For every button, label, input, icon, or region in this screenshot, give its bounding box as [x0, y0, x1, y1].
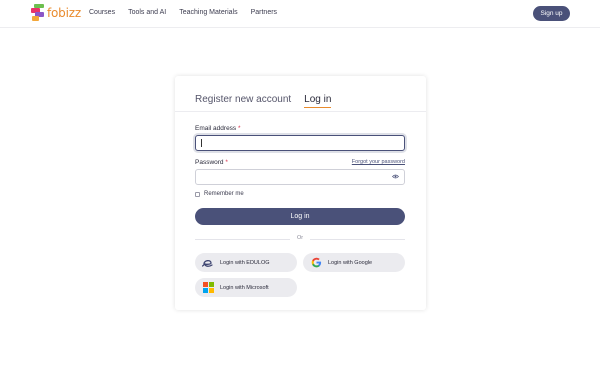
nav-item-teaching-materials[interactable]: Teaching Materials — [179, 9, 237, 16]
google-icon — [310, 257, 322, 269]
login-google-label: Login with Google — [328, 259, 373, 266]
login-card: Register new account Log in Email addres… — [175, 76, 426, 310]
auth-tabs: Register new account Log in — [195, 94, 344, 108]
login-edulog-button[interactable]: Login with EDULOG — [195, 253, 297, 272]
eye-icon[interactable] — [392, 174, 399, 179]
edulog-icon — [202, 257, 214, 269]
login-edulog-label: Login with EDULOG — [220, 259, 270, 266]
tab-divider — [175, 111, 426, 112]
sign-up-button[interactable]: Sign up — [533, 6, 570, 21]
nav-item-partners[interactable]: Partners — [251, 9, 277, 16]
forgot-password-link[interactable]: Forgot your password — [352, 159, 405, 165]
login-google-button[interactable]: Login with Google — [303, 253, 405, 272]
or-label: Or — [296, 235, 304, 241]
nav-item-tools-and-ai[interactable]: Tools and AI — [128, 9, 166, 16]
email-label: Email address * — [195, 125, 241, 132]
nav-item-courses[interactable]: Courses — [89, 9, 115, 16]
tab-login[interactable]: Log in — [304, 94, 332, 108]
remember-me[interactable]: Remember me — [195, 191, 244, 197]
tab-register[interactable]: Register new account — [195, 94, 291, 108]
microsoft-icon — [202, 282, 214, 294]
fobizz-logo[interactable]: fobizz — [31, 4, 81, 21]
logo-mark-icon — [31, 4, 45, 21]
top-navbar: fobizz Courses Tools and AI Teaching Mat… — [0, 0, 600, 28]
login-microsoft-button[interactable]: Login with Microsoft — [195, 278, 297, 297]
text-caret — [201, 139, 202, 147]
password-label: Password * — [195, 159, 228, 166]
login-microsoft-label: Login with Microsoft — [220, 284, 269, 291]
or-divider: Or — [195, 235, 405, 243]
remember-me-checkbox[interactable] — [195, 191, 200, 197]
password-field[interactable] — [195, 169, 405, 185]
logo-text: fobizz — [47, 5, 81, 20]
remember-me-label: Remember me — [204, 191, 244, 197]
email-field[interactable] — [195, 135, 405, 151]
login-button[interactable]: Log in — [195, 208, 405, 225]
main-nav: Courses Tools and AI Teaching Materials … — [89, 9, 277, 16]
